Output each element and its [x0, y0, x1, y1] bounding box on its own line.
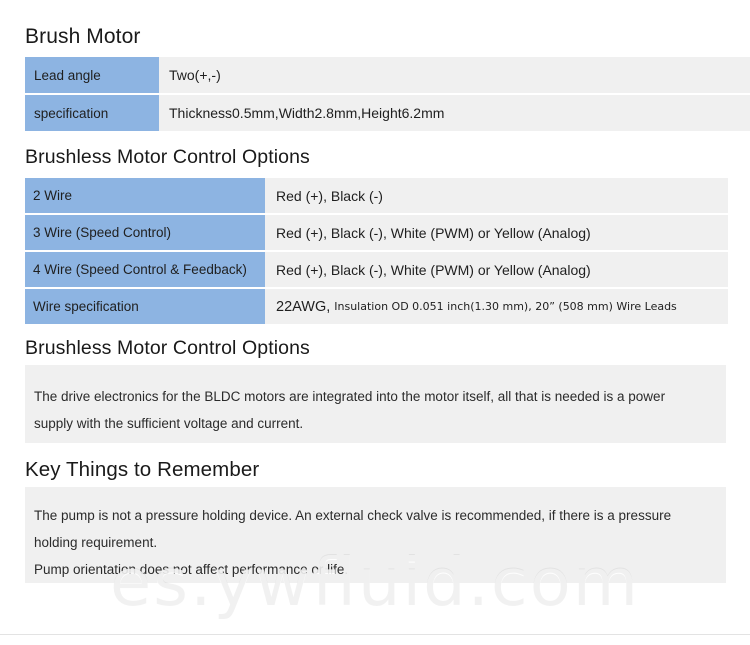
- table-cell-value: Thickness0.5mm,Width2.8mm,Height6.2mm: [159, 95, 750, 131]
- note-line: Pump orientation does not affect perform…: [34, 562, 349, 577]
- table-row: 2 Wire Red (+), Black (-): [25, 178, 728, 213]
- footer-divider: [0, 634, 750, 635]
- document-page: Brush Motor Lead angle Two(+,-) specific…: [0, 0, 750, 645]
- table-cell-value: Red (+), Black (-), White (PWM) or Yello…: [265, 215, 728, 250]
- table-brush-motor-specs: Lead angle Two(+,-) specification Thickn…: [25, 57, 750, 131]
- table-cell-value: 22AWG, Insulation OD 0.051 inch(1.30 mm)…: [265, 289, 728, 324]
- table-cell-value: Red (+), Black (-): [265, 178, 728, 213]
- table-cell-key: Lead angle: [25, 57, 159, 93]
- wire-spec-detail: Insulation OD 0.051 inch(1.30 mm), 20” (…: [334, 300, 677, 313]
- heading-brushless-options-table: Brushless Motor Control Options: [25, 146, 310, 168]
- table-cell-key: 3 Wire (Speed Control): [25, 215, 265, 250]
- table-cell-key: specification: [25, 95, 159, 131]
- table-row: specification Thickness0.5mm,Width2.8mm,…: [25, 95, 750, 131]
- table-cell-value: Two(+,-): [159, 57, 750, 93]
- heading-key-things: Key Things to Remember: [25, 458, 260, 481]
- table-row: 3 Wire (Speed Control) Red (+), Black (-…: [25, 215, 728, 250]
- note-line: holding requirement.: [34, 535, 158, 550]
- note-line: The pump is not a pressure holding devic…: [34, 508, 672, 523]
- table-cell-value: Red (+), Black (-), White (PWM) or Yello…: [265, 252, 728, 287]
- table-cell-key: 4 Wire (Speed Control & Feedback): [25, 252, 265, 287]
- table-cell-key: Wire specification: [25, 289, 265, 324]
- table-brushless-control-options: 2 Wire Red (+), Black (-) 3 Wire (Speed …: [25, 178, 728, 324]
- heading-brush-motor: Brush Motor: [25, 25, 141, 48]
- note-box-brushless: The drive electronics for the BLDC motor…: [25, 365, 726, 443]
- note-line: The drive electronics for the BLDC motor…: [34, 389, 666, 404]
- note-box-key-things: The pump is not a pressure holding devic…: [25, 487, 726, 583]
- table-cell-key: 2 Wire: [25, 178, 265, 213]
- table-row: Lead angle Two(+,-): [25, 57, 750, 93]
- table-row: 4 Wire (Speed Control & Feedback) Red (+…: [25, 252, 728, 287]
- heading-brushless-options-note: Brushless Motor Control Options: [25, 337, 310, 359]
- note-line: supply with the sufficient voltage and c…: [34, 416, 304, 431]
- table-row: Wire specification 22AWG, Insulation OD …: [25, 289, 728, 324]
- wire-spec-gauge: 22AWG,: [276, 298, 331, 315]
